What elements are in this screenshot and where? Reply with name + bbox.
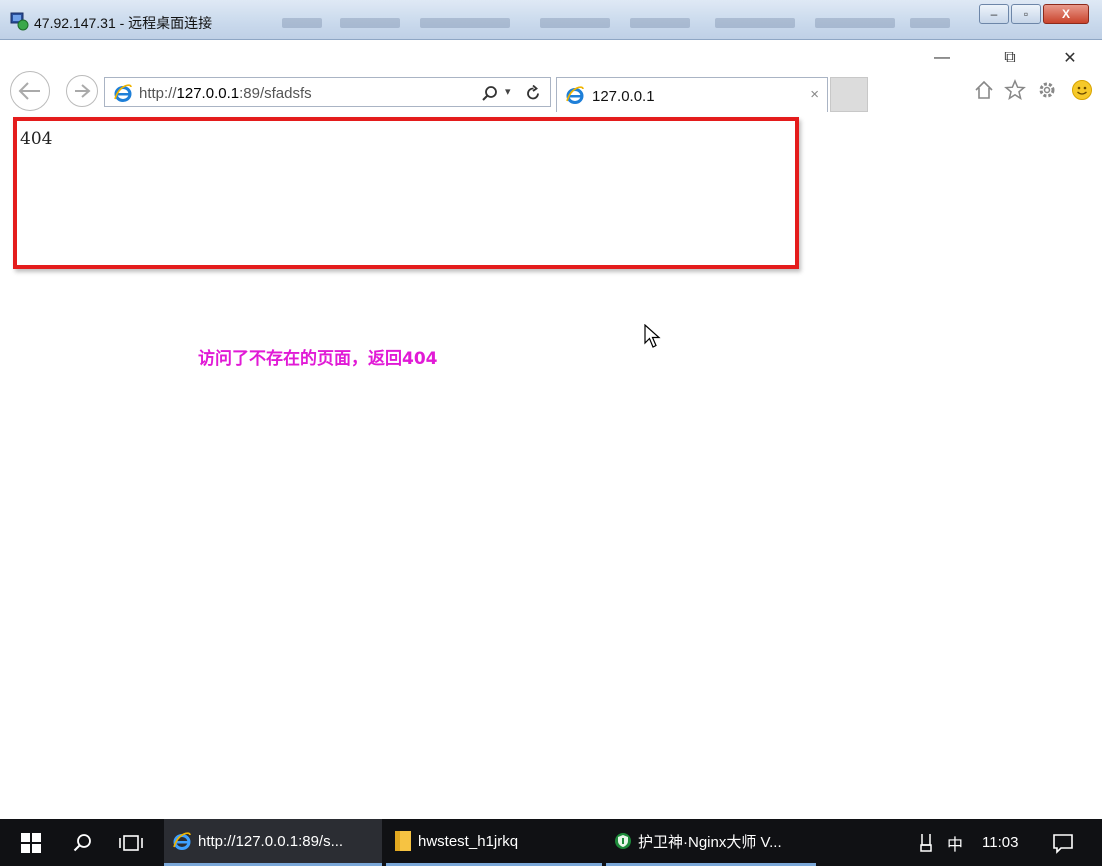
blurred-region — [282, 18, 322, 28]
blurred-region — [340, 18, 400, 28]
browser-close-button[interactable]: ✕ — [1060, 48, 1080, 68]
highlight-box — [13, 117, 799, 269]
blurred-region — [910, 18, 950, 28]
blurred-region — [420, 18, 510, 28]
favorites-star-icon[interactable] — [1004, 79, 1026, 101]
feedback-smiley-icon[interactable] — [1071, 79, 1093, 101]
tab-127-0-0-1[interactable]: 127.0.0.1 × — [556, 77, 828, 112]
ie-icon — [566, 86, 584, 104]
remote-desktop-icon — [10, 12, 29, 31]
rdp-title-bar: 47.92.147.31 - 远程桌面连接 – ▫ X — [0, 0, 1102, 40]
mouse-cursor-icon — [644, 324, 661, 348]
address-bar[interactable]: http://127.0.0.1:89/sfadsfs ▾ — [104, 77, 551, 107]
settings-gear-icon[interactable] — [1036, 79, 1058, 101]
search-icon[interactable] — [481, 85, 499, 103]
search-dropdown-icon[interactable]: ▾ — [505, 85, 511, 98]
shield-icon — [615, 833, 631, 849]
ie-icon — [173, 832, 191, 850]
rdp-maximize-button[interactable]: ▫ — [1011, 4, 1041, 24]
rdp-title: 47.92.147.31 - 远程桌面连接 — [34, 15, 213, 31]
new-tab-button[interactable] — [830, 77, 868, 112]
blurred-region — [715, 18, 795, 28]
taskbar-app-label: 护卫神·Nginx大师 V... — [638, 833, 782, 851]
url-text[interactable]: http://127.0.0.1:89/sfadsfs — [139, 85, 312, 102]
search-icon[interactable] — [73, 833, 93, 853]
browser-restore-button[interactable]: ⧉ — [1000, 48, 1020, 68]
ie-icon — [114, 84, 132, 102]
blurred-region — [540, 18, 610, 28]
rdp-close-button[interactable]: X — [1043, 4, 1089, 24]
blurred-region — [815, 18, 895, 28]
forward-arrow-icon — [75, 84, 91, 98]
usb-device-icon[interactable] — [918, 833, 934, 853]
back-button[interactable] — [10, 71, 50, 111]
tab-close-button[interactable]: × — [810, 86, 819, 103]
rdp-minimize-button[interactable]: – — [979, 4, 1009, 24]
taskbar-app-label: hwstest_h1jrkq — [418, 832, 519, 850]
notifications-icon[interactable] — [1052, 832, 1074, 854]
blurred-region — [630, 18, 690, 28]
taskbar-app-explorer[interactable]: hwstest_h1jrkq — [386, 819, 602, 866]
taskbar: http://127.0.0.1:89/s... hwstest_h1jrkq … — [0, 819, 1102, 866]
taskbar-app-label: http://127.0.0.1:89/s... — [198, 832, 344, 850]
clock[interactable]: 11:03 — [982, 819, 1018, 866]
ime-indicator[interactable]: 中 — [947, 819, 963, 866]
annotation-text: 访问了不存在的页面，返回404 — [198, 349, 438, 369]
back-arrow-icon — [18, 82, 40, 100]
windows-start-icon[interactable] — [21, 833, 41, 853]
folder-icon — [395, 831, 411, 851]
taskbar-app-ie[interactable]: http://127.0.0.1:89/s... — [164, 819, 382, 866]
refresh-icon[interactable] — [525, 85, 542, 102]
browser-minimize-button[interactable]: — — [932, 48, 952, 68]
taskbar-app-nginx[interactable]: 护卫神·Nginx大师 V... — [606, 819, 816, 866]
task-view-icon[interactable] — [118, 834, 144, 852]
forward-button[interactable] — [66, 75, 98, 107]
tab-title: 127.0.0.1 — [592, 88, 655, 105]
home-icon[interactable] — [973, 79, 995, 101]
